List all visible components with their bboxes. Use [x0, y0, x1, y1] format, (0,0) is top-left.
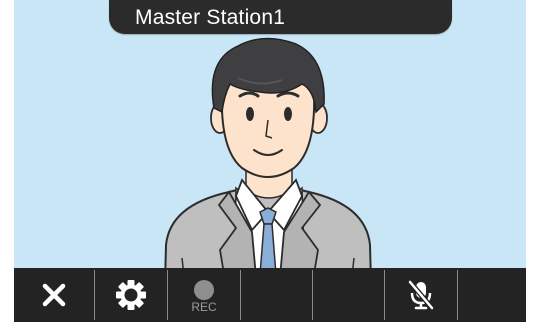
settings-button[interactable] [95, 268, 167, 322]
title-bar: Master Station1 [109, 0, 452, 34]
empty-slot-1 [241, 268, 312, 322]
record-label: REC [191, 300, 217, 314]
video-screen: Master Station1 REC [14, 0, 526, 322]
intercom-display: Master Station1 REC [0, 0, 541, 322]
station-name: Master Station1 [135, 6, 286, 29]
close-icon [42, 283, 66, 307]
record-icon [194, 280, 214, 300]
call-toolbar: REC [14, 268, 526, 322]
empty-slot-2 [313, 268, 384, 322]
empty-slot-3 [458, 268, 526, 322]
mic-muted-icon [408, 280, 434, 310]
end-call-button[interactable] [14, 268, 94, 322]
record-button[interactable]: REC [168, 268, 240, 322]
gear-icon [116, 280, 146, 310]
record-icon-group: REC [191, 276, 217, 314]
mute-button[interactable] [385, 268, 457, 322]
